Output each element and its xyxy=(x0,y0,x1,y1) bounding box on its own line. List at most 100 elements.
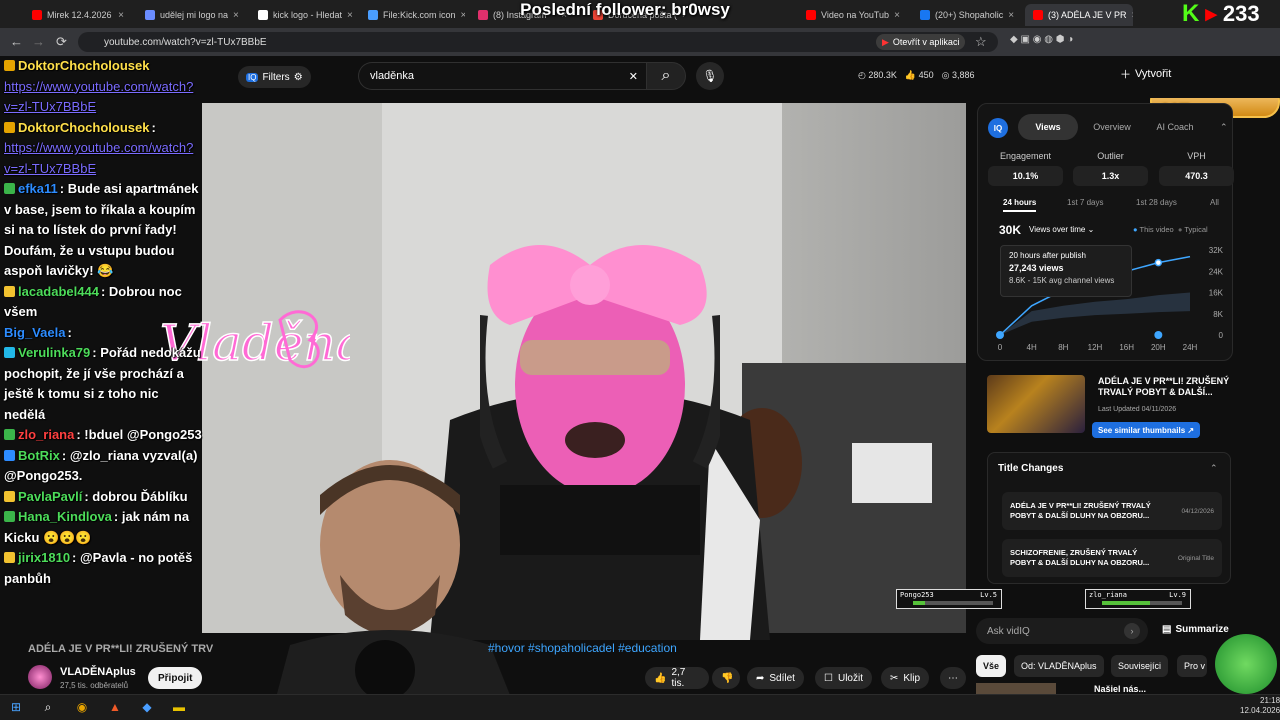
chip-all[interactable]: Vše xyxy=(976,655,1007,677)
chat-username[interactable]: efka11 xyxy=(18,181,58,196)
chat-username[interactable]: Big_Vaela xyxy=(4,325,65,340)
join-button[interactable]: Připojit xyxy=(148,667,203,689)
chat-username[interactable]: zlo_riana xyxy=(18,427,74,442)
tab-overview[interactable]: Overview xyxy=(1083,114,1141,140)
level-card: Pongo253 Lv.5 xyxy=(896,589,1002,609)
search-icon[interactable]: ⌕ xyxy=(39,698,57,716)
vidiq-filters-button[interactable]: IQ Filters ⚙ xyxy=(238,66,311,88)
close-tab-icon[interactable]: × xyxy=(347,10,353,21)
dislike-button[interactable]: 👎 xyxy=(712,667,740,689)
ask-vidiq-input[interactable]: Ask vidIQ › xyxy=(976,618,1148,644)
browser-tab[interactable]: (3) ADÉLA JE V PR × xyxy=(1025,4,1133,26)
address-bar[interactable]: youtube.com/watch?v=zl-TUx7BBbE xyxy=(78,32,998,52)
range-28-days[interactable]: 1st 28 days xyxy=(1136,198,1177,207)
chat-username[interactable]: lacadabel444 xyxy=(18,284,99,299)
tab-views[interactable]: Views xyxy=(1018,114,1078,140)
create-button[interactable]: ＋ Vytvořit xyxy=(1120,66,1171,82)
like-button[interactable]: 👍 2,7 tis. xyxy=(645,667,709,689)
chip-for-you[interactable]: Pro v xyxy=(1177,655,1207,677)
chat-message: lacadabel444: Dobrou noc všem xyxy=(0,282,205,323)
forward-icon[interactable]: → xyxy=(32,34,45,49)
browser-tab[interactable]: (20+) Shopaholic × xyxy=(912,4,1020,26)
save-button[interactable]: ☐ Uložit xyxy=(815,667,872,689)
chat-username[interactable]: PavlaPavlí xyxy=(18,489,82,504)
app-icon[interactable]: ◆ xyxy=(138,698,156,716)
views-dropdown[interactable]: Views over time ⌄ xyxy=(1029,225,1094,234)
send-icon[interactable]: › xyxy=(1124,623,1140,639)
tab-favicon-icon xyxy=(145,10,155,20)
tab-favicon-icon xyxy=(806,10,816,20)
close-tab-icon[interactable]: × xyxy=(118,10,124,21)
extensions-icon[interactable]: ◆ ▣ ◉ ◍ ⬢ ◑ xyxy=(1010,34,1073,45)
chat-username[interactable]: BotRix xyxy=(18,448,60,463)
clear-icon[interactable]: ✕ xyxy=(629,70,638,83)
close-tab-icon[interactable]: × xyxy=(233,10,239,21)
close-tab-icon[interactable]: × xyxy=(461,10,465,21)
vph-label: VPH xyxy=(1187,151,1206,161)
chart-marker xyxy=(1154,331,1163,339)
chat-username[interactable]: Verulinka79 xyxy=(18,345,90,360)
range-24-hours[interactable]: 24 hours xyxy=(1003,198,1037,212)
suggested-thumbnail[interactable] xyxy=(987,375,1085,433)
decorative-emote xyxy=(1215,634,1277,694)
brave-icon[interactable]: ▲ xyxy=(106,698,124,716)
close-tab-icon[interactable]: × xyxy=(1132,10,1133,21)
close-tab-icon[interactable]: × xyxy=(894,10,900,21)
video-hashtags[interactable]: #hovor #shopaholicadel #education xyxy=(488,641,677,655)
browser-tab[interactable]: Video na YouTub × xyxy=(798,4,906,26)
close-tab-icon[interactable]: × xyxy=(1008,10,1014,21)
browser-tab[interactable]: File:Kick.com icon × xyxy=(360,4,465,26)
subscriber-count: 27,5 tis. odběratelů xyxy=(60,681,129,690)
windows-start-icon[interactable]: ⊞ xyxy=(7,698,25,716)
chrome-icon[interactable]: ◉ xyxy=(73,698,91,716)
chat-username[interactable]: DoktorChocholousek xyxy=(18,120,149,135)
chat-username[interactable]: jirix1810 xyxy=(18,550,70,565)
folder-icon[interactable]: ▬ xyxy=(170,698,188,716)
range-7-days[interactable]: 1st 7 days xyxy=(1067,198,1103,207)
chat-username[interactable]: Hana_Kindlova xyxy=(18,509,112,524)
tab-favicon-icon xyxy=(258,10,268,20)
bookmark-star-icon[interactable]: ☆ xyxy=(975,34,987,50)
back-icon[interactable]: ← xyxy=(10,34,23,49)
chat-link[interactable]: https://www.youtube.com/watch?v=zl-TUx7B… xyxy=(4,140,193,176)
chip-related[interactable]: Souvisejíci xyxy=(1111,655,1169,677)
y-tick-label: 24K xyxy=(1209,267,1224,276)
see-similar-thumbnails-button[interactable]: See similar thumbnails ↗ xyxy=(1092,422,1201,438)
system-clock: 21:18 12.04.2026 xyxy=(1240,696,1280,715)
range-all[interactable]: All xyxy=(1210,198,1219,207)
chat-message: efka11: Bude asi apartmánek v base, jsem… xyxy=(0,179,205,282)
legend-dot-icon: ● xyxy=(1133,225,1138,234)
tab-ai-coach[interactable]: AI Coach xyxy=(1146,114,1204,140)
summarize-button[interactable]: ▤ Summarize xyxy=(1162,624,1229,635)
voice-search-button[interactable]: 🎙 xyxy=(696,62,724,90)
summary-icon: ▤ xyxy=(1162,624,1172,635)
collapse-icon[interactable]: ⌃ xyxy=(1210,463,1218,474)
x-tick-label: 12H xyxy=(1088,343,1103,352)
tab-favicon-icon xyxy=(920,10,930,20)
browser-tab[interactable]: Mirek 12.4.2026 × xyxy=(24,4,132,26)
engagement-label: Engagement xyxy=(999,151,1052,161)
search-input[interactable]: vladěnka ✕ xyxy=(358,62,648,90)
browser-tab[interactable]: udělej mi logo na × xyxy=(137,4,245,26)
chat-username[interactable]: DoktorChocholousek xyxy=(18,58,149,73)
next-video-title[interactable]: Našiel nás... xyxy=(1094,684,1146,694)
chip-from-channel[interactable]: Od: VLADĚNAplus xyxy=(1014,655,1104,677)
stream-chat: DoktorChocholousek https://www.youtube.co… xyxy=(0,56,205,668)
browser-tab[interactable]: kick logo - Hledat × xyxy=(250,4,355,26)
avatar[interactable] xyxy=(28,665,52,689)
vidiq-icon: IQ xyxy=(246,72,259,82)
x-tick-label: 24H xyxy=(1183,343,1198,352)
reload-icon[interactable]: ⟳ xyxy=(56,34,67,50)
search-icon: ⌕ xyxy=(661,67,671,84)
open-in-app-button[interactable]: ▶ Otevřít v aplikaci xyxy=(876,34,966,50)
collapse-icon[interactable]: ⌃ xyxy=(1220,122,1228,133)
channel-name[interactable]: VLADĚNAplus xyxy=(60,666,136,678)
taskbar xyxy=(0,694,1280,720)
share-button[interactable]: ➦ Sdílet xyxy=(747,667,804,689)
search-button[interactable]: ⌕ xyxy=(646,62,686,90)
clip-button[interactable]: ✂ Klip xyxy=(881,667,930,689)
chat-badge-icon xyxy=(4,449,15,461)
chat-badge-icon xyxy=(4,285,15,297)
chat-link[interactable]: https://www.youtube.com/watch?v=zl-TUx7B… xyxy=(4,79,193,115)
more-actions-button[interactable]: ⋯ xyxy=(940,667,966,689)
